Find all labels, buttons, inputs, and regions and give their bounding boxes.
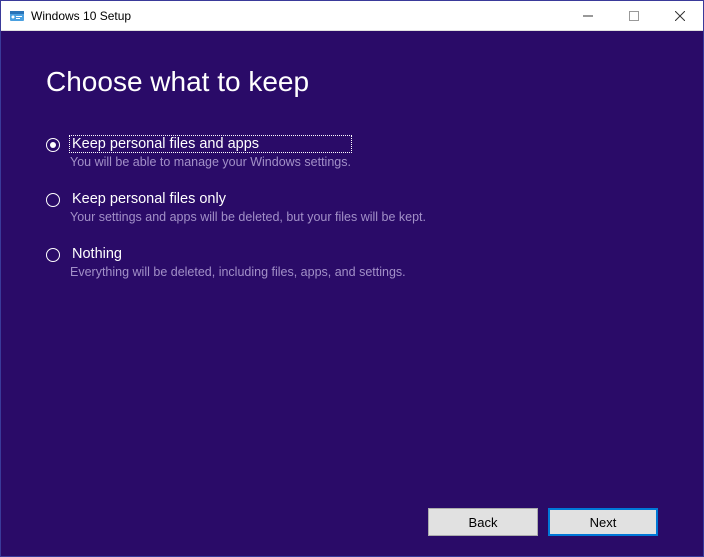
option-nothing[interactable]: Nothing Everything will be deleted, incl… (46, 246, 658, 279)
radio-icon (46, 248, 60, 262)
content-area: Choose what to keep Keep personal files … (1, 31, 703, 556)
setup-window: Windows 10 Setup Choose what to keep Kee… (0, 0, 704, 557)
option-label: Keep personal files only (70, 191, 426, 207)
title-bar: Windows 10 Setup (1, 1, 703, 31)
option-label: Keep personal files and apps (70, 136, 351, 152)
page-heading: Choose what to keep (46, 66, 658, 98)
option-keep-files-only[interactable]: Keep personal files only Your settings a… (46, 191, 658, 224)
next-button[interactable]: Next (548, 508, 658, 536)
option-label: Nothing (70, 246, 406, 262)
minimize-icon (583, 11, 593, 21)
app-icon (9, 8, 25, 24)
radio-icon (46, 193, 60, 207)
window-title: Windows 10 Setup (31, 9, 131, 23)
option-keep-files-and-apps[interactable]: Keep personal files and apps You will be… (46, 136, 658, 169)
option-desc: Your settings and apps will be deleted, … (70, 210, 426, 224)
back-button[interactable]: Back (428, 508, 538, 536)
minimize-button[interactable] (565, 1, 611, 30)
maximize-button[interactable] (611, 1, 657, 30)
close-icon (675, 11, 685, 21)
close-button[interactable] (657, 1, 703, 30)
window-controls (565, 1, 703, 30)
footer-buttons: Back Next (46, 488, 658, 536)
maximize-icon (629, 11, 639, 21)
option-desc: You will be able to manage your Windows … (70, 155, 351, 169)
options-group: Keep personal files and apps You will be… (46, 136, 658, 279)
radio-icon (46, 138, 60, 152)
option-desc: Everything will be deleted, including fi… (70, 265, 406, 279)
